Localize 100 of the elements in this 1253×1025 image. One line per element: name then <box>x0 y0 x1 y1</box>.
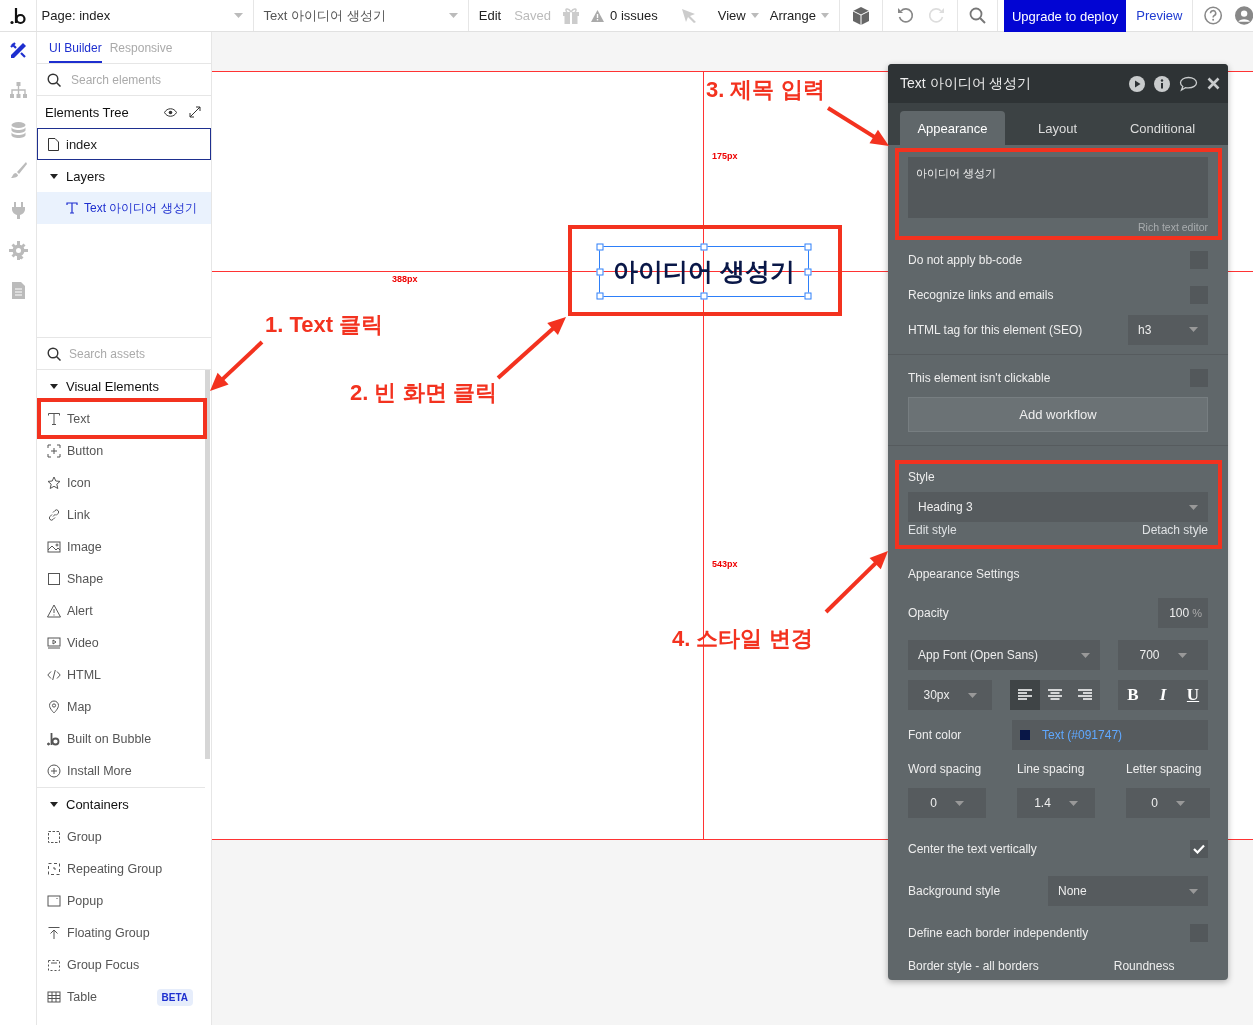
asset-item[interactable]: Link <box>37 499 205 531</box>
close-icon[interactable] <box>1207 77 1220 90</box>
search-elements-field[interactable]: Search elements <box>69 71 203 88</box>
asset-item[interactable]: Image <box>37 531 205 563</box>
resize-handle[interactable] <box>596 243 604 251</box>
asset-item[interactable]: Floating Group <box>37 917 205 949</box>
preview-link[interactable]: Preview <box>1126 0 1194 31</box>
asset-item[interactable]: Popup <box>37 885 205 917</box>
image-icon <box>47 540 61 554</box>
eye-icon[interactable] <box>164 107 177 117</box>
plus-circle-icon <box>47 764 61 778</box>
expand-icon[interactable] <box>189 106 201 118</box>
asset-item[interactable]: HTML <box>37 659 205 691</box>
panel-tab[interactable]: Layout <box>1005 111 1110 145</box>
square-icon <box>47 572 61 586</box>
text-editor-field[interactable]: 아이디어 생성기 <box>908 157 1208 218</box>
detach-style-link[interactable]: Detach style <box>1141 523 1208 537</box>
font-size-dropdown[interactable]: 30px <box>908 680 992 710</box>
asset-item[interactable]: Alert <box>37 595 205 627</box>
checkbox[interactable] <box>1190 840 1208 858</box>
plus-square-icon <box>47 444 61 458</box>
panel-tab[interactable]: Conditional <box>1110 111 1215 145</box>
distance-label: 388px <box>392 274 418 284</box>
logo-icon[interactable] <box>9 6 26 25</box>
code-icon <box>47 668 61 682</box>
format-button[interactable]: I <box>1148 680 1178 710</box>
text-icon <box>66 202 78 214</box>
asset-item[interactable]: Group <box>37 821 205 853</box>
gear-icon[interactable] <box>8 241 28 260</box>
edit-menu[interactable]: Edit <box>478 8 502 23</box>
spacing-dropdown[interactable]: 1.4 <box>1017 788 1095 818</box>
asset-item[interactable]: Video <box>37 627 205 659</box>
search-assets-field[interactable]: Search assets <box>67 345 201 362</box>
asset-item[interactable]: Map <box>37 691 205 723</box>
asset-item[interactable]: Repeating Group <box>37 853 205 885</box>
sidebar-tab[interactable]: UI Builder <box>49 32 102 63</box>
search-icon <box>47 72 61 87</box>
play-icon[interactable] <box>1129 75 1145 92</box>
resize-handle[interactable] <box>596 292 604 300</box>
pencil-ruler-icon[interactable] <box>8 41 28 60</box>
option-label: Center the text vertically <box>908 842 1037 856</box>
resize-handle[interactable] <box>804 268 812 275</box>
menu-dropdown[interactable]: Arrange <box>769 8 829 23</box>
star-icon <box>47 476 61 490</box>
gift-icon[interactable] <box>562 7 581 24</box>
user-avatar-icon[interactable] <box>1234 6 1253 25</box>
asset-item[interactable]: Table BETA <box>37 981 205 1013</box>
asset-group-header[interactable]: Containers <box>37 788 205 821</box>
asset-item[interactable]: Text <box>37 403 205 435</box>
align-left-icon[interactable] <box>1010 680 1040 710</box>
sitemap-icon[interactable] <box>8 81 28 100</box>
text-icon <box>47 412 61 426</box>
cube-icon[interactable] <box>850 5 871 26</box>
search-icon <box>47 346 61 361</box>
page-tree-item[interactable]: index <box>37 128 211 160</box>
format-button[interactable]: B <box>1118 680 1148 710</box>
comment-icon[interactable] <box>1179 75 1198 92</box>
element-dropdown[interactable]: Text 아이디어 생성기 <box>253 0 469 31</box>
menu-dropdown[interactable]: View <box>717 8 759 23</box>
option-label: Line spacing <box>1017 762 1086 776</box>
layers-tree-item[interactable]: Layers <box>37 160 211 192</box>
search-icon[interactable] <box>968 7 986 24</box>
issues-button[interactable]: 0 issues <box>591 8 658 23</box>
option-label: Do not apply bb-code <box>908 252 1023 267</box>
resize-handle[interactable] <box>804 292 812 300</box>
cursor-icon[interactable] <box>680 7 697 24</box>
upgrade-button[interactable]: Upgrade to deploy <box>1003 0 1127 32</box>
background-style-dropdown[interactable]: None <box>1048 876 1208 906</box>
asset-item[interactable]: Button <box>37 435 205 467</box>
option-label: Roundness <box>1113 959 1175 973</box>
style-dropdown[interactable]: Heading 3 <box>908 492 1208 522</box>
page-dropdown[interactable]: Page: index <box>36 0 254 31</box>
asset-item[interactable]: Built on Bubble <box>37 723 205 755</box>
format-button[interactable]: U <box>1178 680 1208 710</box>
panel-tab[interactable]: Appearance <box>900 111 1005 145</box>
resize-handle[interactable] <box>700 243 708 251</box>
option-label: Opacity <box>908 605 949 620</box>
add-workflow-button[interactable]: Add workflow <box>908 397 1208 432</box>
spacing-dropdown[interactable]: 0 <box>908 788 986 818</box>
asset-group-header[interactable]: Visual Elements <box>37 370 205 403</box>
opacity-field[interactable]: 100 % <box>1158 597 1208 628</box>
resize-handle[interactable] <box>700 292 708 300</box>
font-family-dropdown[interactable]: App Font (Open Sans) <box>908 640 1100 670</box>
info-icon[interactable] <box>1154 75 1170 92</box>
spacing-dropdown[interactable]: 0 <box>1126 788 1210 818</box>
help-icon[interactable] <box>1204 6 1223 25</box>
font-weight-dropdown[interactable]: 700 <box>1118 640 1208 670</box>
caret-icon <box>750 13 759 18</box>
edit-style-link[interactable]: Edit style <box>908 523 957 537</box>
asset-item[interactable]: Shape <box>37 563 205 595</box>
undo-icon[interactable] <box>896 7 914 24</box>
annotation-arrow <box>496 317 566 380</box>
brush-icon[interactable] <box>8 161 28 180</box>
layer-tree-item[interactable]: Text 아이디어 생성기 <box>37 192 211 224</box>
asset-item[interactable]: Install More <box>37 755 205 787</box>
asset-item[interactable]: Group Focus <box>37 949 205 981</box>
html-tag-dropdown[interactable]: h3 <box>1128 314 1208 345</box>
resize-handle[interactable] <box>804 243 812 251</box>
asset-item[interactable]: Icon <box>37 467 205 499</box>
resize-handle[interactable] <box>596 268 604 275</box>
